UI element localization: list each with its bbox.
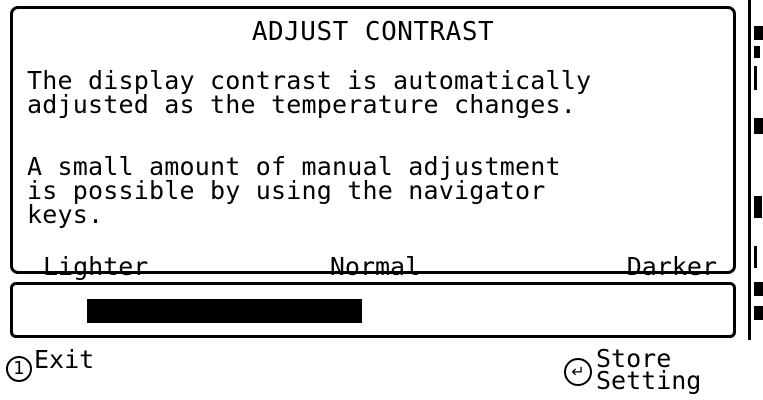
right-edge-frame	[748, 0, 763, 340]
edge-mark	[754, 46, 760, 58]
exit-label: Exit	[34, 345, 95, 374]
edge-mark	[754, 66, 757, 90]
dialog-title: ADJUST CONTRAST	[251, 17, 495, 47]
edge-mark	[754, 246, 757, 268]
normal-label: Normal	[329, 252, 421, 281]
description-paragraph-1: The display contrast is automatically ad…	[27, 66, 592, 119]
description-paragraph-2: A small amount of manual adjustment is p…	[27, 152, 561, 229]
right-edge-line	[748, 0, 751, 340]
store-setting-label: Store Setting	[596, 344, 702, 395]
edge-mark	[754, 306, 763, 320]
edge-mark	[754, 26, 763, 40]
edge-mark	[754, 118, 763, 134]
adjust-contrast-panel: ADJUST CONTRAST The display contrast is …	[10, 6, 736, 281]
darker-label: Darker	[626, 252, 717, 281]
key-1-icon: 1	[6, 356, 32, 382]
edge-mark	[754, 196, 762, 218]
edge-mark	[754, 282, 763, 296]
contrast-slider-fill	[87, 299, 362, 323]
store-setting-softkey[interactable]: ↵ Store Setting	[564, 344, 702, 395]
enter-icon: ↵	[564, 358, 592, 386]
exit-softkey[interactable]: 1 Exit	[6, 345, 95, 388]
contrast-slider[interactable]	[10, 282, 736, 338]
